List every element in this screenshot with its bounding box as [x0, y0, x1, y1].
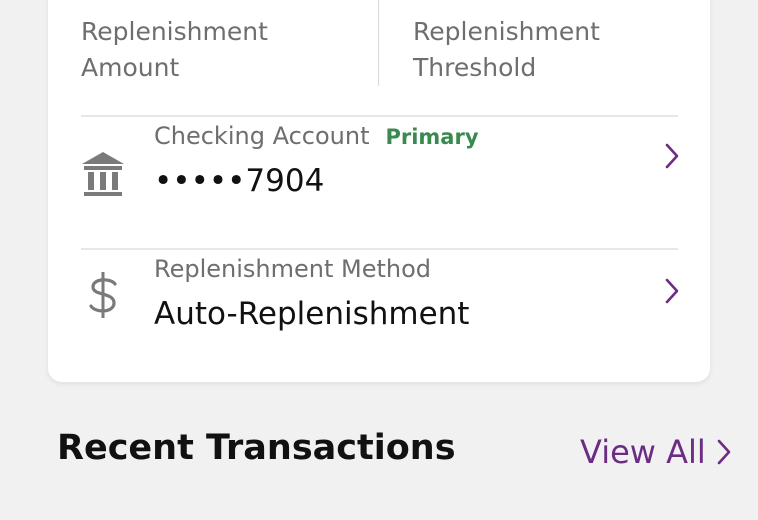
amount-label-line2: Amount	[81, 53, 180, 82]
checking-account-label: Checking Account Primary	[154, 122, 479, 150]
replenishment-method-row[interactable]: Replenishment Method Auto-Replenishment	[48, 250, 710, 380]
chevron-right-icon	[717, 439, 731, 465]
replenishment-amount-label: Replenishment Amount	[81, 14, 268, 86]
recent-transactions-title: Recent Transactions	[57, 428, 456, 468]
chevron-right-icon	[665, 143, 679, 169]
view-all-label: View All	[580, 433, 706, 471]
replenishment-threshold-label: Replenishment Threshold	[413, 14, 600, 86]
threshold-label-line1: Replenishment	[413, 17, 600, 46]
threshold-label-line2: Threshold	[413, 53, 537, 82]
checking-account-row[interactable]: Checking Account Primary •••••7904	[48, 117, 710, 247]
dollar-icon	[89, 272, 117, 318]
chevron-right-icon	[665, 278, 679, 304]
account-number: •••••7904	[154, 163, 325, 199]
view-all-link[interactable]: View All	[580, 430, 732, 474]
replenishment-card: Replenishment Amount Replenishment Thres…	[48, 0, 710, 382]
account-label-text: Checking Account	[154, 122, 370, 150]
replenishment-method-value: Auto-Replenishment	[154, 296, 470, 332]
amount-label-line1: Replenishment	[81, 17, 268, 46]
vertical-divider	[378, 0, 379, 86]
replenishment-method-label: Replenishment Method	[154, 255, 432, 283]
bank-icon	[82, 152, 124, 196]
primary-badge: Primary	[385, 125, 479, 149]
